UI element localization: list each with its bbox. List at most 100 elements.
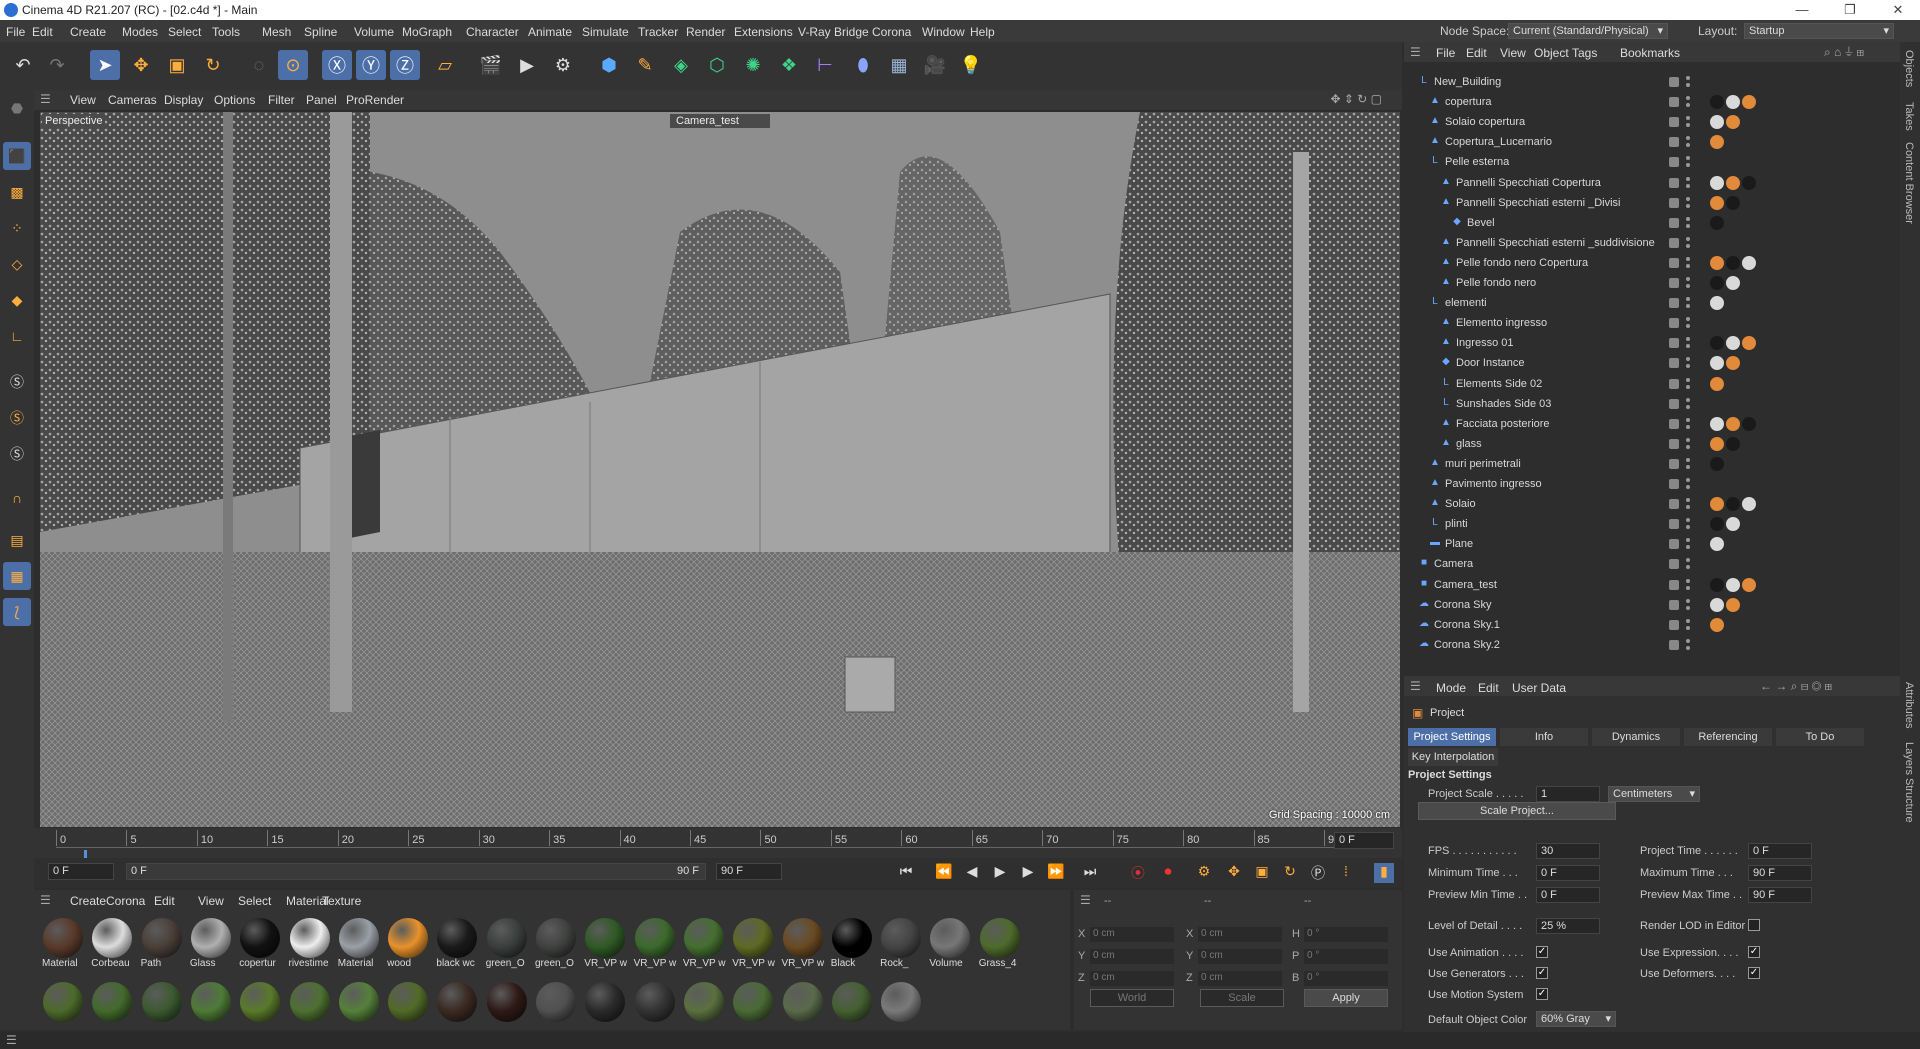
tab-project-settings[interactable]: Project Settings [1408, 728, 1496, 746]
material-swatch[interactable]: Glass [188, 916, 234, 972]
grid-snap-icon[interactable]: ▦ [3, 562, 31, 590]
floor-icon[interactable]: ▦ [884, 50, 914, 80]
object-row[interactable]: ▲ Pannelli Specchiati esterni _Divisi [1404, 193, 1880, 213]
editor-visibility-dot[interactable] [1686, 136, 1690, 141]
object-edit-visibility[interactable] [1669, 479, 1679, 489]
material-swatch[interactable]: green_O [533, 916, 579, 972]
camera-icon[interactable]: 🎥 [920, 50, 950, 80]
material-swatch[interactable]: green_O [484, 916, 530, 972]
extrude-icon[interactable]: ⬡ [702, 50, 732, 80]
material-tag-icon[interactable] [1726, 276, 1740, 290]
viewport-menu-view[interactable]: View [70, 93, 96, 107]
timeline-window-icon[interactable]: ▮ [1374, 863, 1394, 883]
object-row[interactable]: ▲ Pelle fondo nero Copertura [1404, 253, 1880, 273]
object-row[interactable]: ▲ Pelle fondo nero [1404, 273, 1880, 293]
editor-visibility-dot[interactable] [1686, 498, 1690, 503]
menu-simulate[interactable]: Simulate [582, 25, 629, 39]
prev-frame-icon[interactable]: ◀ [962, 863, 982, 883]
texture-mode-icon[interactable]: ▩ [3, 178, 31, 206]
viewport-perspective[interactable]: Perspective Camera_test Grid Spacing : 1… [40, 112, 1400, 827]
objects-hamburger-icon[interactable]: ☰ [1410, 45, 1421, 59]
render-visibility-dot[interactable] [1686, 645, 1690, 650]
material-tag-icon[interactable] [1726, 577, 1740, 592]
material-tag-icon[interactable] [1726, 497, 1740, 512]
render-visibility-dot[interactable] [1686, 424, 1690, 429]
object-row[interactable]: ▲ Copertura_Lucernario [1404, 132, 1880, 152]
material-menu-texture[interactable]: Texture [322, 894, 361, 908]
object-edit-visibility[interactable] [1669, 237, 1679, 248]
object-manager-tools-icons[interactable]: ⌕ ⌂ ⏚ ⊞ [1824, 45, 1864, 60]
render-visibility-dot[interactable] [1686, 545, 1690, 550]
viewport-menu-display[interactable]: Display [164, 93, 203, 107]
material-swatch[interactable] [40, 980, 86, 1024]
object-edit-visibility[interactable] [1669, 177, 1679, 188]
material-tag-icon[interactable] [1710, 175, 1724, 190]
object-row[interactable]: ■ Camera [1404, 554, 1880, 574]
snap-icon[interactable]: ∩ [3, 484, 31, 512]
object-row[interactable]: L Elements Side 02 [1404, 374, 1880, 394]
render-visibility-dot[interactable] [1686, 464, 1690, 469]
editor-visibility-dot[interactable] [1686, 176, 1690, 181]
material-swatch[interactable] [434, 980, 480, 1024]
viewport-menu-cameras[interactable]: Cameras [108, 93, 157, 107]
next-frame-icon[interactable]: ▶ [1018, 863, 1038, 883]
menu-render[interactable]: Render [686, 25, 725, 39]
object-edit-visibility[interactable] [1669, 499, 1679, 510]
material-tag-icon[interactable] [1710, 456, 1724, 471]
object-edit-visibility[interactable] [1669, 77, 1679, 87]
material-swatch[interactable] [89, 980, 135, 1024]
viewport-menu-panel[interactable]: Panel [306, 93, 337, 107]
size-field[interactable]: 0 cm [1198, 927, 1282, 942]
menu-mesh[interactable]: Mesh [262, 25, 291, 39]
render-visibility-dot[interactable] [1686, 444, 1690, 449]
range-slider[interactable]: 0 F 90 F [126, 863, 706, 880]
z-axis-icon[interactable]: Ⓩ [390, 50, 420, 80]
object-row[interactable]: ▲ glass [1404, 434, 1880, 454]
material-swatch[interactable]: Material [40, 916, 86, 972]
pen-spline-icon[interactable]: ✎ [630, 50, 660, 80]
material-tag-icon[interactable] [1742, 175, 1756, 190]
side-tab-structure[interactable]: Structure [1903, 778, 1915, 823]
size-field[interactable]: 0 cm [1198, 971, 1282, 986]
material-swatch[interactable] [582, 980, 628, 1024]
object-edit-visibility[interactable] [1669, 338, 1679, 349]
object-row[interactable]: L Sunshades Side 03 [1404, 394, 1880, 414]
material-tag-icon[interactable] [1710, 195, 1724, 210]
material-swatch[interactable]: Rock_ [878, 916, 924, 972]
side-tab-attributes[interactable]: Attributes [1903, 682, 1915, 728]
light-icon[interactable]: 💡 [956, 50, 986, 80]
layout-dropdown[interactable]: Startup [1744, 23, 1894, 39]
current-frame-field[interactable]: 0 F [1334, 832, 1394, 849]
material-tag-icon[interactable] [1742, 336, 1756, 351]
material-tag-icon[interactable] [1710, 436, 1724, 451]
editor-visibility-dot[interactable] [1686, 116, 1690, 121]
render-visibility-dot[interactable] [1686, 243, 1690, 248]
object-row[interactable]: ▬ Plane [1404, 534, 1880, 554]
object-row[interactable]: ■ Camera_test [1404, 575, 1880, 595]
material-menu-view[interactable]: View [198, 894, 224, 908]
array-icon[interactable]: ❖ [774, 50, 804, 80]
default-color-dropdown[interactable]: 60% Gray [1536, 1011, 1616, 1027]
material-menu-create[interactable]: Create [70, 894, 106, 908]
material-tag-icon[interactable] [1742, 95, 1756, 110]
material-hamburger-icon[interactable]: ☰ [40, 893, 51, 907]
editor-visibility-dot[interactable] [1686, 216, 1690, 221]
side-tab-takes[interactable]: Takes [1903, 102, 1915, 131]
menu-help[interactable]: Help [970, 25, 995, 39]
object-edit-visibility[interactable] [1669, 137, 1679, 148]
points-mode-icon[interactable]: ⁘ [3, 214, 31, 242]
material-swatch[interactable] [287, 980, 333, 1024]
scale-project-button[interactable]: Scale Project... [1418, 802, 1616, 820]
end-frame-field[interactable]: 90 F [716, 863, 782, 880]
keyframe-selection-icon[interactable]: ⚙ [1194, 863, 1214, 883]
object-edit-visibility[interactable] [1669, 639, 1679, 650]
recent-tool-icon[interactable]: ◌ [244, 50, 274, 80]
editor-visibility-dot[interactable] [1686, 76, 1690, 80]
preview-min-field[interactable]: 0 F [1536, 887, 1600, 903]
object-row[interactable]: L Pelle esterna [1404, 152, 1880, 172]
render-settings-icon[interactable]: ⚙ [548, 50, 578, 80]
subdivision-icon[interactable]: ◈ [666, 50, 696, 80]
menu-character[interactable]: Character [466, 25, 519, 39]
undo-icon[interactable]: ↶ [8, 50, 38, 80]
object-edit-visibility[interactable] [1669, 117, 1679, 128]
